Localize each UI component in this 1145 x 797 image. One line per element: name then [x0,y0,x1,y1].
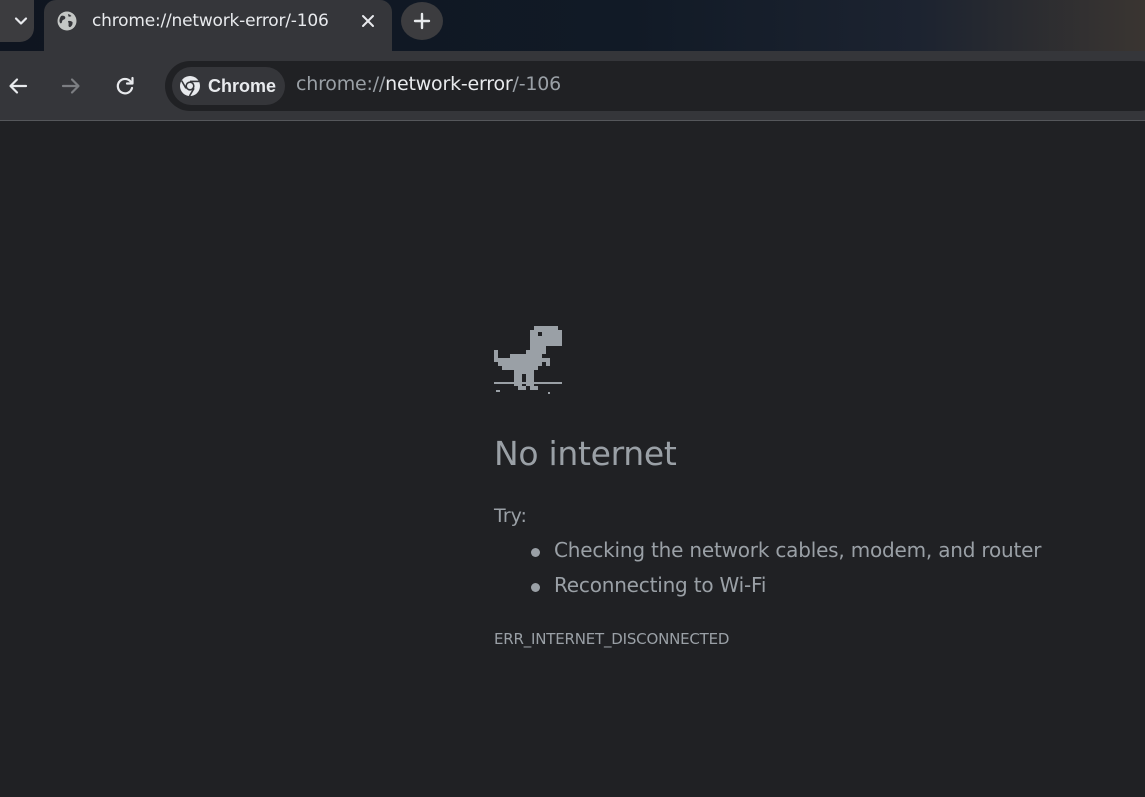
suggestion-item-wifi: Reconnecting to Wi-Fi [494,573,1041,608]
close-icon [362,15,374,27]
url-scheme: chrome:// [296,73,386,95]
chrome-logo-icon [180,76,200,97]
error-title: No internet [494,434,677,473]
close-tab-button[interactable] [357,10,379,32]
chevron-down-icon [14,17,28,25]
site-info-chip[interactable]: Chrome [172,67,285,105]
try-label: Try: [494,505,527,527]
tab-title: chrome://network-error/-106 [92,11,329,31]
suggestion-item-cables: Checking the network cables, modem, and … [494,538,1041,573]
address-bar[interactable]: Chrome chrome://network-error/-106 [165,61,1145,111]
plus-icon [413,12,431,30]
suggestion-list: Checking the network cables, modem, and … [494,538,1041,608]
active-tab[interactable]: chrome://network-error/-106 [44,0,392,51]
reload-icon [116,76,134,95]
forward-button[interactable] [56,71,86,101]
dinosaur-icon [494,326,562,394]
chip-label: Chrome [208,75,277,96]
globe-icon [57,11,77,31]
url-host: network-error [385,73,513,95]
reload-button[interactable] [110,71,140,101]
tab-search-button[interactable] [0,0,34,42]
new-tab-button[interactable] [401,2,443,40]
url-path: /-106 [512,73,562,95]
arrow-right-icon [61,78,80,94]
back-button[interactable] [3,71,33,101]
toolbar: Chrome chrome://network-error/-106 [0,51,1145,121]
arrow-left-icon [9,78,28,94]
error-code: ERR_INTERNET_DISCONNECTED [494,630,730,648]
tab-strip: chrome://network-error/-106 [0,0,1145,51]
url-text[interactable]: chrome://network-error/-106 [296,73,561,95]
